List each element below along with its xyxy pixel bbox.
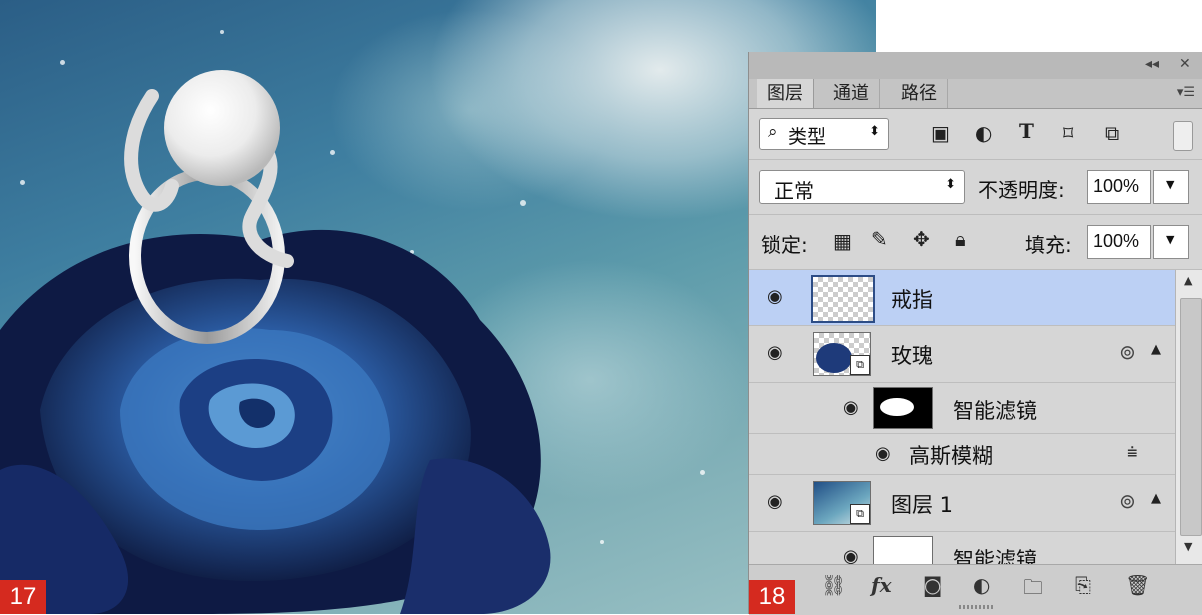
new-layer-icon[interactable]: ⎘ (1075, 573, 1091, 597)
opacity-value: 100% (1093, 176, 1140, 196)
smart-object-badge-icon: ⧉ (850, 355, 870, 375)
layer-row-layer1[interactable]: ◉ ⧉ 图层 1 ⊚ ▲ (749, 475, 1175, 532)
scroll-up-arrow-icon[interactable]: ▲ (1184, 274, 1192, 287)
trash-icon[interactable]: 🗑 (1125, 573, 1150, 597)
scrollbar-thumb[interactable] (1180, 298, 1202, 536)
smart-object-filter-icon[interactable]: ⧉ (1105, 121, 1119, 145)
layer-thumbnail[interactable] (811, 275, 875, 323)
type-filter-icon[interactable]: T (1019, 119, 1034, 143)
mask-icon[interactable]: ◙ (923, 573, 942, 597)
lock-label: 锁定: (761, 233, 808, 257)
close-icon[interactable]: ✕ (1179, 56, 1191, 72)
lock-transparent-icon[interactable]: ▦ (833, 229, 852, 253)
fill-value: 100% (1093, 231, 1140, 251)
layer-name[interactable]: 智能滤镜 (953, 395, 1037, 425)
layer-thumbnail[interactable]: ⧉ (813, 481, 871, 525)
figure-number-badge: 18 (749, 580, 795, 614)
blend-mode-value: 正常 (774, 179, 814, 203)
layer-name[interactable]: 高斯模糊 (909, 440, 993, 470)
snow-flake (700, 470, 705, 475)
layer-row-rose[interactable]: ◉ ⧉ 玫瑰 ⊚ ▲ (749, 326, 1175, 383)
opacity-label: 不透明度: (978, 178, 1065, 202)
layer-name[interactable]: 玫瑰 (891, 340, 933, 370)
eye-icon[interactable]: ◉ (843, 397, 859, 418)
eye-icon[interactable]: ◉ (767, 342, 783, 363)
layer-thumbnail[interactable]: ⧉ (813, 332, 871, 376)
updown-arrow-icon: ⬍ (945, 177, 956, 192)
filter-row-gaussian-blur[interactable]: ◉ 高斯模糊 ⩧ (749, 434, 1175, 475)
smart-filter-indicator-icon: ⊚ (1119, 340, 1136, 364)
smart-filter-row[interactable]: ◉ 智能滤镜 (749, 383, 1175, 434)
fill-dropdown-button[interactable]: ▼ (1153, 225, 1189, 259)
eye-icon[interactable]: ◉ (767, 286, 783, 307)
adjustment-filter-icon[interactable]: ◐ (975, 121, 992, 145)
link-icon[interactable]: ⛓ (821, 573, 846, 597)
snow-flake (220, 30, 224, 34)
opacity-input[interactable]: 100% (1087, 170, 1151, 204)
blend-mode-select[interactable]: 正常 ⬍ (759, 170, 965, 204)
layer-row-ring[interactable]: ◉ 戒指 (749, 270, 1175, 326)
chevron-down-icon: ▼ (1166, 178, 1175, 191)
resize-grip[interactable] (959, 605, 995, 609)
folder-icon[interactable]: 🗀 (1023, 573, 1043, 607)
scroll-down-arrow-icon[interactable]: ▼ (1184, 540, 1192, 553)
filter-kind-label: 类型 (788, 126, 827, 148)
snow-flake (330, 150, 335, 155)
opacity-dropdown-button[interactable]: ▼ (1153, 170, 1189, 204)
double-chevron-icon[interactable]: ◂◂ (1145, 56, 1159, 72)
snow-flake (20, 180, 25, 185)
tab-layers[interactable]: 图层 (757, 79, 814, 108)
smart-filter-indicator-icon: ⊚ (1119, 489, 1136, 513)
layer-filter-row: ⌕ 类型 ⬍ ▣ ◐ T ⌑ ⧉ (749, 109, 1202, 160)
layer-list-scrollbar[interactable]: ▲ ▼ (1175, 270, 1202, 583)
lock-paint-brush-icon[interactable]: ✎ (871, 227, 888, 251)
layer-name[interactable]: 戒指 (891, 284, 933, 314)
adjustment-icon[interactable]: ◐ (973, 573, 990, 597)
search-icon: ⌕ (768, 122, 778, 142)
shape-filter-icon[interactable]: ⌑ (1063, 121, 1073, 145)
eye-icon[interactable]: ◉ (875, 443, 891, 464)
snow-flake (520, 200, 526, 206)
panel-title-bar: ◂◂ ✕ (749, 52, 1202, 80)
snow-flake (60, 60, 65, 65)
rose-ring-photo: 17 (0, 0, 876, 614)
snow-flake (600, 540, 604, 544)
blend-row: 正常 ⬍ 不透明度: 100% ▼ (749, 160, 1202, 215)
updown-arrow-icon: ⬍ (869, 124, 880, 139)
collapse-arrow-icon[interactable]: ▲ (1151, 491, 1161, 506)
tab-paths[interactable]: 路径 (891, 79, 948, 108)
figure-number-badge: 17 (0, 580, 46, 614)
panel-tabs: 图层 通道 路径 ▾☰ (749, 79, 1202, 109)
layer-name[interactable]: 图层 1 (891, 489, 953, 519)
tab-channels[interactable]: 通道 (823, 79, 880, 108)
lock-row: 锁定: ▦ ✎ ✥ 🔒︎ 填充: 100% ▼ (749, 215, 1202, 270)
filter-kind-select[interactable]: ⌕ 类型 ⬍ (759, 118, 889, 150)
filter-options-icon[interactable]: ⩧ (1127, 442, 1138, 463)
mask-white-shape (880, 398, 914, 416)
lock-move-icon[interactable]: ✥ (913, 227, 930, 251)
eye-icon[interactable]: ◉ (767, 491, 783, 512)
image-filter-icon[interactable]: ▣ (931, 121, 950, 145)
layer-list: ◉ 戒指 ◉ ⧉ 玫瑰 ⊚ ▲ ◉ 智能滤镜 ◉ 高斯模糊 ⩧ ◉ ⧉ 图层 1… (749, 270, 1175, 583)
chevron-down-icon: ▼ (1166, 233, 1175, 246)
pearl-ring (124, 70, 294, 344)
collapse-arrow-icon[interactable]: ▲ (1151, 342, 1161, 357)
layers-panel: ◂◂ ✕ 图层 通道 路径 ▾☰ ⌕ 类型 ⬍ ▣ ◐ T ⌑ ⧉ 正常 ⬍ 不… (748, 52, 1202, 615)
panel-menu-icon[interactable]: ▾☰ (1177, 85, 1195, 100)
fill-input[interactable]: 100% (1087, 225, 1151, 259)
filter-mask-thumbnail[interactable] (873, 387, 933, 429)
rose-thumbnail-shape (816, 343, 852, 373)
smart-object-badge-icon: ⧉ (850, 504, 870, 524)
filter-toggle-switch[interactable] (1173, 121, 1193, 151)
lock-all-icon[interactable]: 🔒︎ (955, 227, 966, 251)
fx-icon[interactable]: fx (871, 573, 892, 597)
layers-bottom-toolbar: ⛓ fx ◙ ◐ 🗀 ⎘ 🗑 (749, 564, 1202, 615)
fill-label: 填充: (1025, 233, 1072, 257)
